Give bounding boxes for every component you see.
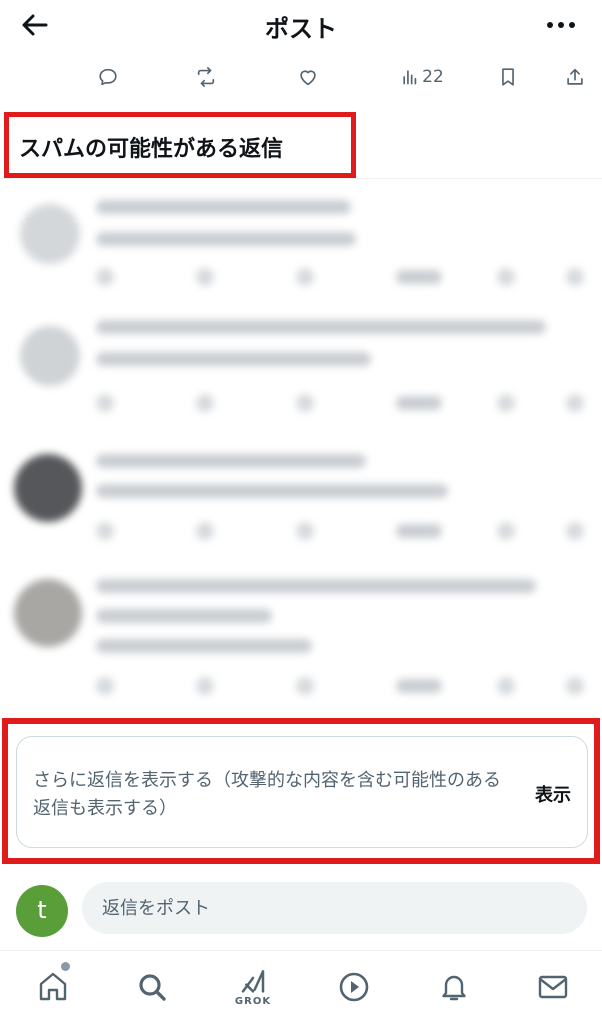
blurred-text bbox=[96, 200, 351, 214]
nav-grok[interactable]: GROK bbox=[229, 963, 277, 1011]
grok-icon bbox=[241, 969, 265, 993]
back-arrow-icon[interactable] bbox=[18, 8, 52, 42]
bookmark-icon bbox=[497, 677, 515, 695]
grok-label: GROK bbox=[234, 995, 272, 1007]
nav-video[interactable] bbox=[330, 963, 378, 1011]
like-heart-icon bbox=[296, 522, 314, 540]
reply-compose-bar: t bbox=[0, 878, 602, 938]
blurred-text bbox=[96, 484, 448, 498]
page-title: ポスト bbox=[265, 15, 337, 43]
share-icon bbox=[566, 394, 584, 412]
views-count: 22 bbox=[422, 67, 444, 87]
avatar bbox=[14, 454, 82, 522]
blurred-text bbox=[96, 232, 356, 246]
blurred-text bbox=[96, 320, 546, 334]
blurred-text bbox=[96, 352, 371, 366]
nav-messages[interactable] bbox=[529, 963, 577, 1011]
views-button[interactable]: 22 bbox=[396, 60, 448, 94]
bookmark-icon bbox=[497, 268, 515, 286]
reply-icon[interactable] bbox=[95, 60, 121, 94]
search-icon bbox=[139, 974, 166, 1001]
reply-icon bbox=[96, 677, 114, 695]
views-chart-icon bbox=[396, 524, 442, 538]
mail-icon bbox=[538, 975, 568, 999]
share-icon bbox=[566, 522, 584, 540]
post-action-bar: 22 bbox=[0, 60, 602, 94]
share-icon[interactable] bbox=[562, 60, 588, 94]
spam-section-highlight: スパムの可能性がある返信 bbox=[4, 112, 356, 178]
avatar bbox=[14, 579, 82, 647]
repost-icon bbox=[196, 522, 214, 540]
reply-icon bbox=[96, 394, 114, 412]
reply-item[interactable] bbox=[0, 310, 602, 435]
views-chart-icon bbox=[396, 270, 442, 284]
blurred-text bbox=[96, 639, 312, 653]
reply-item[interactable] bbox=[0, 180, 602, 310]
blurred-text bbox=[96, 579, 536, 593]
avatar bbox=[20, 326, 80, 386]
show-button[interactable]: 表示 bbox=[535, 781, 571, 807]
views-chart-icon bbox=[396, 679, 442, 693]
nav-search[interactable] bbox=[128, 963, 176, 1011]
avatar[interactable]: t bbox=[16, 885, 68, 937]
repost-icon bbox=[196, 677, 214, 695]
like-heart-icon bbox=[296, 268, 314, 286]
bottom-nav: GROK bbox=[0, 950, 602, 1024]
play-circle-icon bbox=[339, 972, 369, 1002]
views-chart-icon bbox=[403, 70, 417, 85]
bookmark-icon[interactable] bbox=[495, 60, 521, 94]
reply-icon bbox=[96, 268, 114, 286]
like-heart-icon bbox=[296, 394, 314, 412]
reply-item[interactable] bbox=[0, 440, 602, 565]
bell-icon bbox=[442, 975, 466, 1001]
like-heart-icon bbox=[296, 677, 314, 695]
spam-section-title: スパムの可能性がある返信 bbox=[19, 137, 284, 162]
avatar bbox=[20, 204, 80, 264]
nav-home[interactable] bbox=[29, 963, 77, 1011]
share-icon bbox=[566, 268, 584, 286]
blurred-replies-list bbox=[0, 180, 602, 710]
bookmark-icon bbox=[497, 394, 515, 412]
home-icon bbox=[39, 972, 67, 1001]
blurred-text bbox=[96, 454, 366, 468]
divider bbox=[0, 178, 602, 179]
views-chart-icon bbox=[396, 396, 442, 410]
reply-input[interactable] bbox=[82, 882, 587, 934]
repost-icon bbox=[196, 268, 214, 286]
show-more-replies-card[interactable]: さらに返信を表示する（攻撃的な内容を含む可能性のある返信も表示する） 表示 bbox=[16, 736, 588, 848]
blurred-text bbox=[96, 609, 272, 623]
like-heart-icon[interactable] bbox=[295, 60, 321, 94]
reply-icon bbox=[96, 522, 114, 540]
repost-icon bbox=[196, 394, 214, 412]
more-options-icon[interactable] bbox=[544, 10, 578, 40]
repost-icon[interactable] bbox=[193, 60, 219, 94]
share-icon bbox=[566, 677, 584, 695]
show-more-description: さらに返信を表示する（攻撃的な内容を含む可能性のある返信も表示する） bbox=[33, 770, 501, 819]
reply-item[interactable] bbox=[0, 565, 602, 710]
bookmark-icon bbox=[497, 522, 515, 540]
top-header: ポスト bbox=[0, 0, 602, 50]
notification-dot bbox=[61, 962, 70, 971]
nav-notifications[interactable] bbox=[430, 963, 478, 1011]
